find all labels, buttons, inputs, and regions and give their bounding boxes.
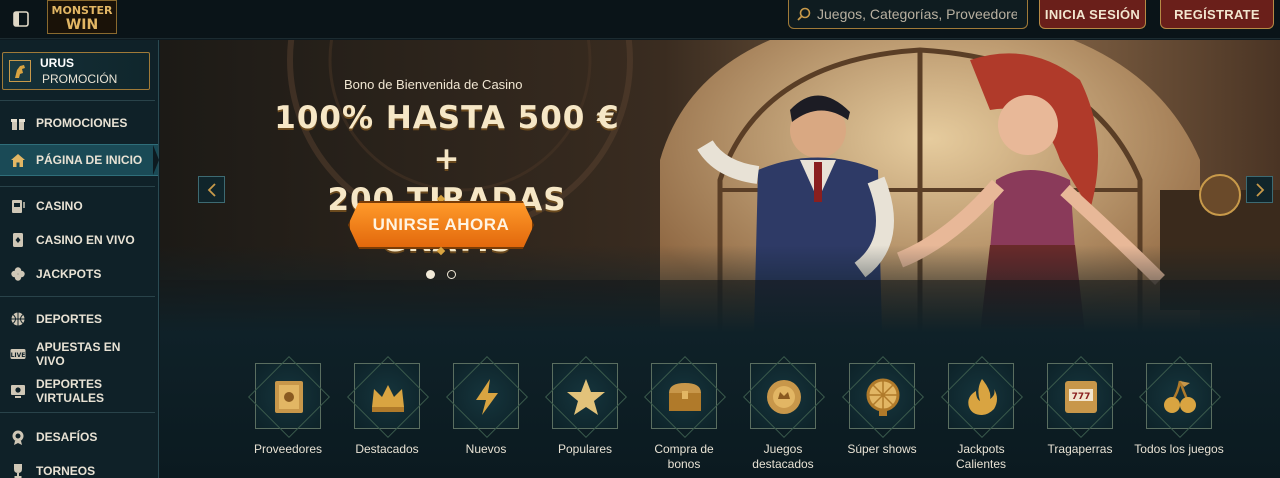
promo-card-title: URUS [40, 56, 75, 70]
sidebar-item-apuestas-en-vivo[interactable]: LIVE APUESTAS EN VIVO [0, 338, 158, 370]
join-now-button[interactable]: UNIRSE AHORA [344, 194, 538, 256]
sidebar-item-desafios[interactable]: DESAFÍOS [0, 426, 158, 448]
carousel-next-button[interactable] [1246, 176, 1273, 203]
sidebar-toggle-icon[interactable] [11, 9, 31, 29]
category-frame [255, 363, 321, 429]
wheel-icon [866, 378, 900, 416]
top-bar: MONSTER WIN INICIA SESIÓN REGÍSTRATE [0, 0, 1280, 39]
star-icon [567, 379, 605, 415]
category-frame [651, 363, 717, 429]
join-now-label: UNIRSE AHORA [348, 201, 534, 249]
medal-icon [12, 430, 24, 445]
lightning-icon [476, 379, 498, 415]
sidebar-item-label: APUESTAS EN VIVO [36, 340, 121, 368]
sidebar: URUS PROMOCIÓN PROMOCIONES PÁGINA DE INI… [0, 40, 159, 478]
slot-machine-icon [12, 200, 25, 213]
clover-icon [11, 267, 25, 281]
sidebar-item-pagina-de-inicio[interactable]: PÁGINA DE INICIO [0, 144, 159, 176]
brand-logo[interactable]: MONSTER WIN [47, 0, 117, 34]
sidebar-item-torneos[interactable]: TORNEOS [0, 460, 158, 478]
category-label: Jackpots Calientes [955, 442, 1007, 471]
category-label: Todos los juegos [1134, 442, 1224, 456]
crown-icon [372, 385, 404, 412]
treasure-chest-icon [669, 383, 701, 411]
sidebar-item-deportes[interactable]: DEPORTES [0, 308, 158, 330]
sidebar-item-jackpots[interactable]: JACKPOTS [0, 263, 158, 285]
hero-banner[interactable]: Bono de Bienvenida de Casino 100% HASTA … [160, 40, 1280, 333]
category-label: Juegos destacados [752, 442, 814, 471]
carousel-dot[interactable] [447, 270, 456, 279]
horse-icon [9, 60, 31, 82]
sidebar-item-casino-en-vivo[interactable]: CASINO EN VIVO [0, 229, 158, 251]
carousel-dot[interactable] [426, 270, 435, 279]
category-frame [354, 363, 420, 429]
sidebar-divider [0, 296, 155, 297]
chevron-left-icon [207, 182, 216, 197]
trophy-icon [14, 464, 22, 478]
sidebar-item-casino[interactable]: CASINO [0, 195, 158, 217]
hero-title-line: 100% HASTA 500 € + [274, 100, 620, 177]
category-label: Súper shows [847, 442, 917, 456]
sidebar-item-deportes-virtuales[interactable]: DEPORTES VIRTUALES [0, 375, 158, 407]
live-casino-icon [13, 233, 23, 247]
sidebar-item-promociones[interactable]: PROMOCIONES [0, 112, 158, 134]
svg-text:MONSTER: MONSTER [52, 4, 113, 17]
svg-text:LIVE: LIVE [11, 352, 26, 359]
login-button[interactable]: INICIA SESIÓN [1039, 0, 1146, 29]
category-frame [552, 363, 618, 429]
sidebar-item-label: PROMOCIONES [36, 116, 128, 130]
svg-text:777: 777 [1072, 392, 1091, 402]
basketball-icon [11, 312, 25, 326]
live-badge-icon: LIVE [10, 349, 26, 359]
promo-card[interactable]: URUS PROMOCIÓN [2, 52, 150, 90]
sidebar-item-label: DEPORTES [36, 312, 103, 326]
search-icon [797, 7, 811, 21]
sidebar-item-label: CASINO [36, 199, 83, 213]
sidebar-item-label: CASINO EN VIVO [36, 233, 135, 247]
category-frame [750, 363, 816, 429]
home-icon [11, 154, 25, 167]
chevron-right-icon [1255, 182, 1264, 197]
register-button[interactable]: REGÍSTRATE [1160, 0, 1274, 29]
category-frame [849, 363, 915, 429]
promo-card-subtitle: PROMOCIÓN [42, 72, 118, 86]
gift-icon [11, 119, 25, 130]
search-input[interactable] [817, 6, 1017, 22]
category-label: Tragaperras [1047, 442, 1113, 456]
category-frame: 777 [1047, 363, 1113, 429]
sidebar-divider [0, 100, 155, 101]
category-frame [948, 363, 1014, 429]
poker-chip-icon [767, 380, 801, 414]
flame-icon [968, 379, 997, 415]
sidebar-item-label: TORNEOS [36, 464, 96, 478]
category-frame [453, 363, 519, 429]
svg-text:WIN: WIN [66, 17, 98, 33]
cherries-icon [1164, 380, 1196, 413]
category-frame [1146, 363, 1212, 429]
category-label: Proveedores [253, 442, 323, 456]
category-row: Proveedores Destacados Nuevos Populares … [160, 333, 1280, 478]
search-box[interactable] [788, 0, 1028, 29]
book-icon [275, 381, 303, 413]
sidebar-item-label: DEPORTES VIRTUALES [36, 377, 105, 405]
category-label: Nuevos [465, 442, 507, 456]
sidebar-item-label: DESAFÍOS [36, 430, 98, 444]
sidebar-item-label: PÁGINA DE INICIO [36, 153, 143, 167]
virtual-sports-icon [11, 385, 25, 398]
sidebar-divider [0, 412, 155, 413]
slot-777-icon: 777 [1065, 381, 1097, 413]
carousel-prev-button[interactable] [198, 176, 225, 203]
category-label: Destacados [355, 442, 419, 456]
sidebar-divider [0, 186, 155, 187]
sidebar-item-label: JACKPOTS [36, 267, 102, 281]
hero-subtitle: Bono de Bienvenida de Casino [344, 77, 523, 92]
category-label: Populares [557, 442, 613, 456]
category-label: Compra de bonos [654, 442, 714, 471]
